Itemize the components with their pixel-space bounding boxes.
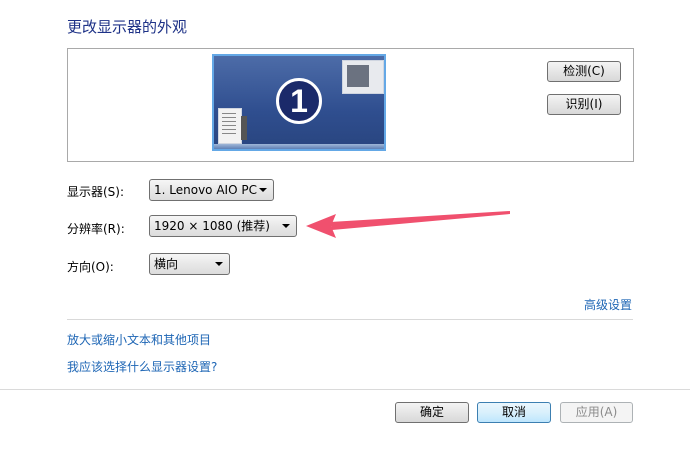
text-size-link[interactable]: 放大或缩小文本和其他项目	[67, 331, 211, 348]
chevron-down-icon	[259, 188, 267, 192]
display-preview-panel: 1 检测(C) 识别(I)	[67, 48, 634, 162]
ok-button[interactable]: 确定	[395, 402, 469, 423]
orientation-select[interactable]: 横向	[149, 253, 230, 275]
resolution-select-value: 1920 × 1080 (推荐)	[154, 219, 270, 233]
taskbar-thumbnail	[214, 144, 384, 149]
document-thumbnail-icon	[218, 108, 242, 144]
resolution-label: 分辨率(R):	[67, 222, 125, 236]
detect-button[interactable]: 检测(C)	[547, 61, 621, 82]
display-label: 显示器(S):	[67, 185, 125, 199]
monitor-number-badge: 1	[276, 78, 322, 124]
annotation-arrow-icon	[306, 211, 510, 238]
gadget-thumbnail-icon	[241, 116, 247, 140]
display-select-value: 1. Lenovo AIO PC	[154, 183, 257, 197]
monitor-thumbnail[interactable]: 1	[212, 54, 386, 151]
display-select[interactable]: 1. Lenovo AIO PC	[149, 179, 274, 201]
cancel-button[interactable]: 取消	[477, 402, 551, 423]
apply-button[interactable]: 应用(A)	[560, 402, 633, 423]
chevron-down-icon	[215, 262, 223, 266]
orientation-label: 方向(O):	[67, 260, 114, 274]
divider	[67, 319, 633, 320]
footer-divider	[0, 389, 690, 390]
orientation-select-value: 横向	[154, 257, 179, 271]
chevron-down-icon	[282, 224, 290, 228]
page-title: 更改显示器的外观	[67, 18, 188, 36]
advanced-settings-link[interactable]: 高级设置	[584, 296, 632, 313]
resolution-select[interactable]: 1920 × 1080 (推荐)	[149, 215, 297, 237]
identify-button[interactable]: 识别(I)	[547, 94, 621, 115]
window-thumbnail-icon	[342, 60, 384, 94]
which-settings-link[interactable]: 我应该选择什么显示器设置?	[67, 358, 217, 375]
